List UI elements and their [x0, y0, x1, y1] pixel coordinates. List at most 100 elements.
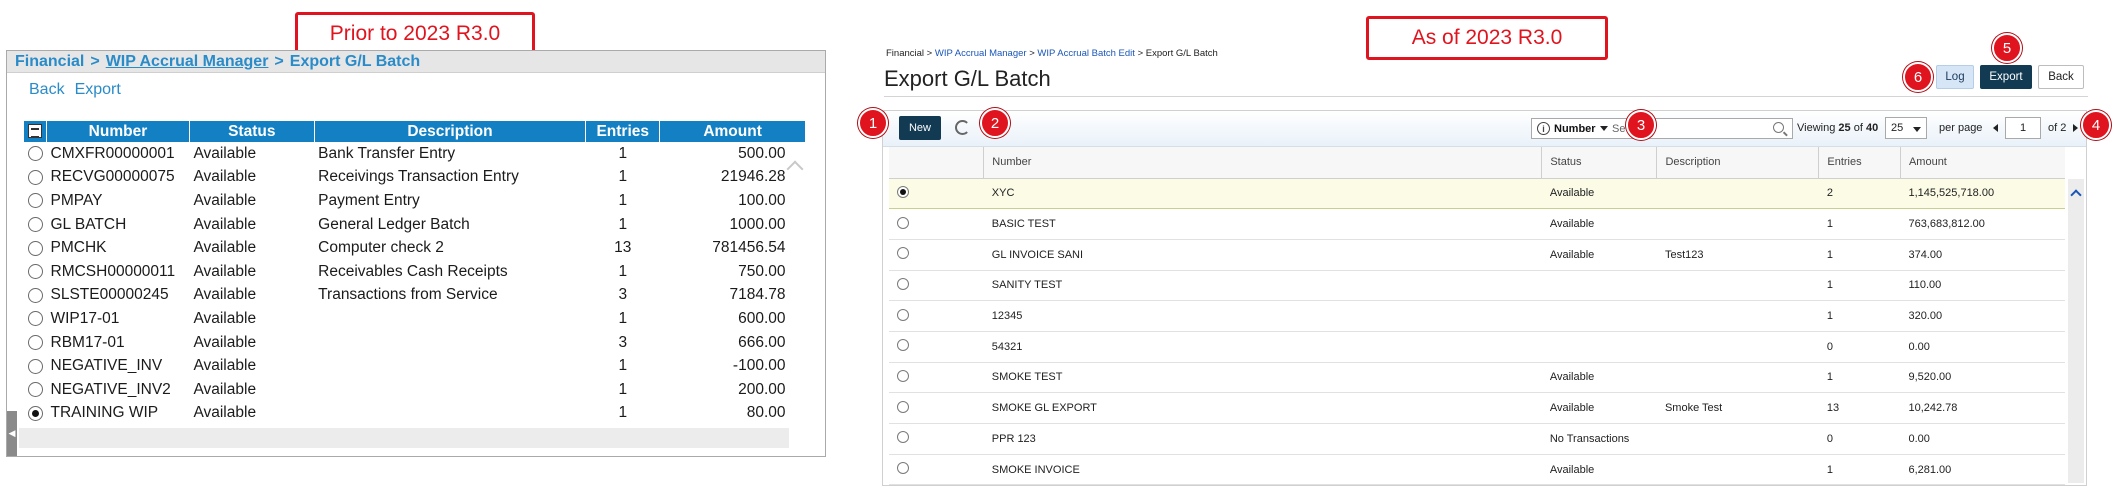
- table-row[interactable]: SMOKE GL EXPORT Available Smoke Test 13 10,2…: [889, 392, 2065, 424]
- table-row[interactable]: PPR 123 No Transactions 0 0.00: [889, 423, 2065, 455]
- radio-button[interactable]: [897, 339, 909, 352]
- row-radio[interactable]: [24, 307, 47, 331]
- radio-button[interactable]: [28, 216, 43, 232]
- row-radio[interactable]: [24, 378, 47, 402]
- refresh-icon[interactable]: [955, 120, 970, 135]
- row-radio[interactable]: [24, 260, 47, 284]
- radio-button[interactable]: [28, 405, 43, 421]
- radio-button[interactable]: [897, 369, 909, 382]
- table-row[interactable]: SANITY TEST 1 110.00: [889, 270, 2065, 302]
- radio-button[interactable]: [897, 247, 909, 260]
- old-horizontal-scrollbar[interactable]: [19, 428, 789, 448]
- table-row[interactable]: TRAINING WIP Available 1 80.00: [24, 402, 806, 426]
- page-number-input[interactable]: [2005, 117, 2041, 139]
- col-status[interactable]: Status: [1541, 147, 1657, 179]
- table-row[interactable]: SMOKE INVOICE Available 1 6,281.00: [889, 454, 2065, 486]
- export-button[interactable]: Export: [1980, 65, 2032, 89]
- col-number[interactable]: Number: [46, 121, 190, 142]
- breadcrumb-financial[interactable]: Financial: [15, 53, 84, 70]
- radio-button[interactable]: [897, 216, 909, 229]
- row-radio[interactable]: [889, 208, 984, 240]
- back-button[interactable]: Back: [2038, 65, 2084, 89]
- radio-button[interactable]: [28, 146, 43, 162]
- row-radio[interactable]: [889, 239, 984, 271]
- old-vertical-scrollbar[interactable]: [793, 146, 809, 428]
- radio-button[interactable]: [28, 169, 43, 185]
- collapse-panel-handle[interactable]: ◀: [7, 411, 17, 456]
- col-status[interactable]: Status: [189, 121, 315, 142]
- table-row[interactable]: RECVG00000075 Available Receivings Transac…: [24, 166, 806, 190]
- table-row[interactable]: 12345 1 320.00: [889, 300, 2065, 332]
- radio-button[interactable]: [897, 431, 909, 444]
- table-row[interactable]: NEGATIVE_INV Available 1 -100.00: [24, 354, 806, 378]
- old-back-link[interactable]: Back: [29, 81, 65, 99]
- row-radio[interactable]: [889, 362, 984, 394]
- row-radio[interactable]: [24, 142, 47, 166]
- col-description[interactable]: Description: [1656, 147, 1819, 179]
- per-page-select[interactable]: 25: [1885, 117, 1927, 139]
- row-radio[interactable]: [24, 213, 47, 237]
- column-chooser[interactable]: [24, 121, 47, 142]
- radio-button[interactable]: [28, 382, 43, 398]
- table-row[interactable]: PMCHK Available Computer check 2 13 781456.5…: [24, 236, 806, 260]
- next-page-icon[interactable]: [2073, 124, 2078, 132]
- table-row[interactable]: GL BATCH Available General Ledger Batch 1 10…: [24, 213, 806, 237]
- table-row[interactable]: 54321 0 0.00: [889, 331, 2065, 363]
- search-icon[interactable]: [1773, 122, 1784, 133]
- breadcrumb-financial[interactable]: Financial: [886, 48, 924, 59]
- breadcrumb-wip-accrual-manager[interactable]: WIP Accrual Manager: [935, 48, 1027, 59]
- row-radio[interactable]: [24, 402, 47, 426]
- radio-button[interactable]: [28, 193, 43, 209]
- table-row[interactable]: BASIC TEST Available 1 763,683,812.00: [889, 208, 2065, 240]
- table-row[interactable]: XYC Available 2 1,145,525,718.00: [889, 177, 2065, 210]
- row-radio[interactable]: [24, 284, 47, 308]
- col-amount[interactable]: Amount: [659, 121, 806, 142]
- radio-button[interactable]: [28, 311, 43, 327]
- row-radio[interactable]: [889, 423, 984, 455]
- row-radio[interactable]: [24, 236, 47, 260]
- col-description[interactable]: Description: [314, 121, 587, 142]
- search-field-selector[interactable]: i Number: [1537, 122, 1608, 135]
- radio-button[interactable]: [897, 462, 909, 475]
- table-row[interactable]: SLSTE00000245 Available Transactions from …: [24, 284, 806, 308]
- radio-button[interactable]: [28, 240, 43, 256]
- col-number[interactable]: Number: [983, 147, 1542, 179]
- row-radio[interactable]: [24, 166, 47, 190]
- row-radio[interactable]: [24, 189, 47, 213]
- radio-button[interactable]: [28, 334, 43, 350]
- row-radio[interactable]: [889, 270, 984, 302]
- table-row[interactable]: NEGATIVE_INV2 Available 1 200.00: [24, 378, 806, 402]
- row-radio[interactable]: [24, 354, 47, 378]
- row-radio[interactable]: [889, 392, 984, 424]
- table-row[interactable]: CMXFR00000001 Available Bank Transfer Entr…: [24, 142, 806, 166]
- row-radio[interactable]: [889, 454, 984, 486]
- row-radio[interactable]: [24, 331, 47, 355]
- radio-button[interactable]: [897, 185, 909, 198]
- col-amount[interactable]: Amount: [1899, 147, 2065, 179]
- breadcrumb-wip-accrual-manager[interactable]: WIP Accrual Manager: [106, 53, 269, 70]
- col-entries[interactable]: Entries: [1818, 147, 1901, 179]
- log-button[interactable]: Log: [1936, 65, 1974, 89]
- breadcrumb-wip-accrual-batch-edit[interactable]: WIP Accrual Batch Edit: [1037, 48, 1135, 59]
- table-row[interactable]: PMPAY Available Payment Entry 1 100.00: [24, 189, 806, 213]
- table-row[interactable]: RBM17-01 Available 3 666.00: [24, 331, 806, 355]
- table-row[interactable]: RMCSH00000011 Available Receivables Cash R…: [24, 260, 806, 284]
- radio-button[interactable]: [28, 358, 43, 374]
- table-row[interactable]: GL INVOICE SANI Available Test123 1 374.00: [889, 239, 2065, 271]
- new-button[interactable]: New: [899, 116, 941, 140]
- row-radio[interactable]: [889, 331, 984, 363]
- radio-button[interactable]: [28, 287, 43, 303]
- row-radio[interactable]: [889, 177, 984, 210]
- col-entries[interactable]: Entries: [585, 121, 661, 142]
- previous-page-icon[interactable]: [1993, 124, 1998, 132]
- radio-button[interactable]: [28, 264, 43, 280]
- table-row[interactable]: SMOKE TEST Available 1 9,520.00: [889, 362, 2065, 394]
- grid-menu-icon[interactable]: [28, 124, 42, 139]
- radio-button[interactable]: [897, 308, 909, 321]
- old-export-link[interactable]: Export: [75, 81, 121, 99]
- radio-button[interactable]: [897, 400, 909, 413]
- new-vertical-scrollbar[interactable]: [2068, 179, 2084, 483]
- radio-button[interactable]: [897, 277, 909, 290]
- row-radio[interactable]: [889, 300, 984, 332]
- table-row[interactable]: WIP17-01 Available 1 600.00: [24, 307, 806, 331]
